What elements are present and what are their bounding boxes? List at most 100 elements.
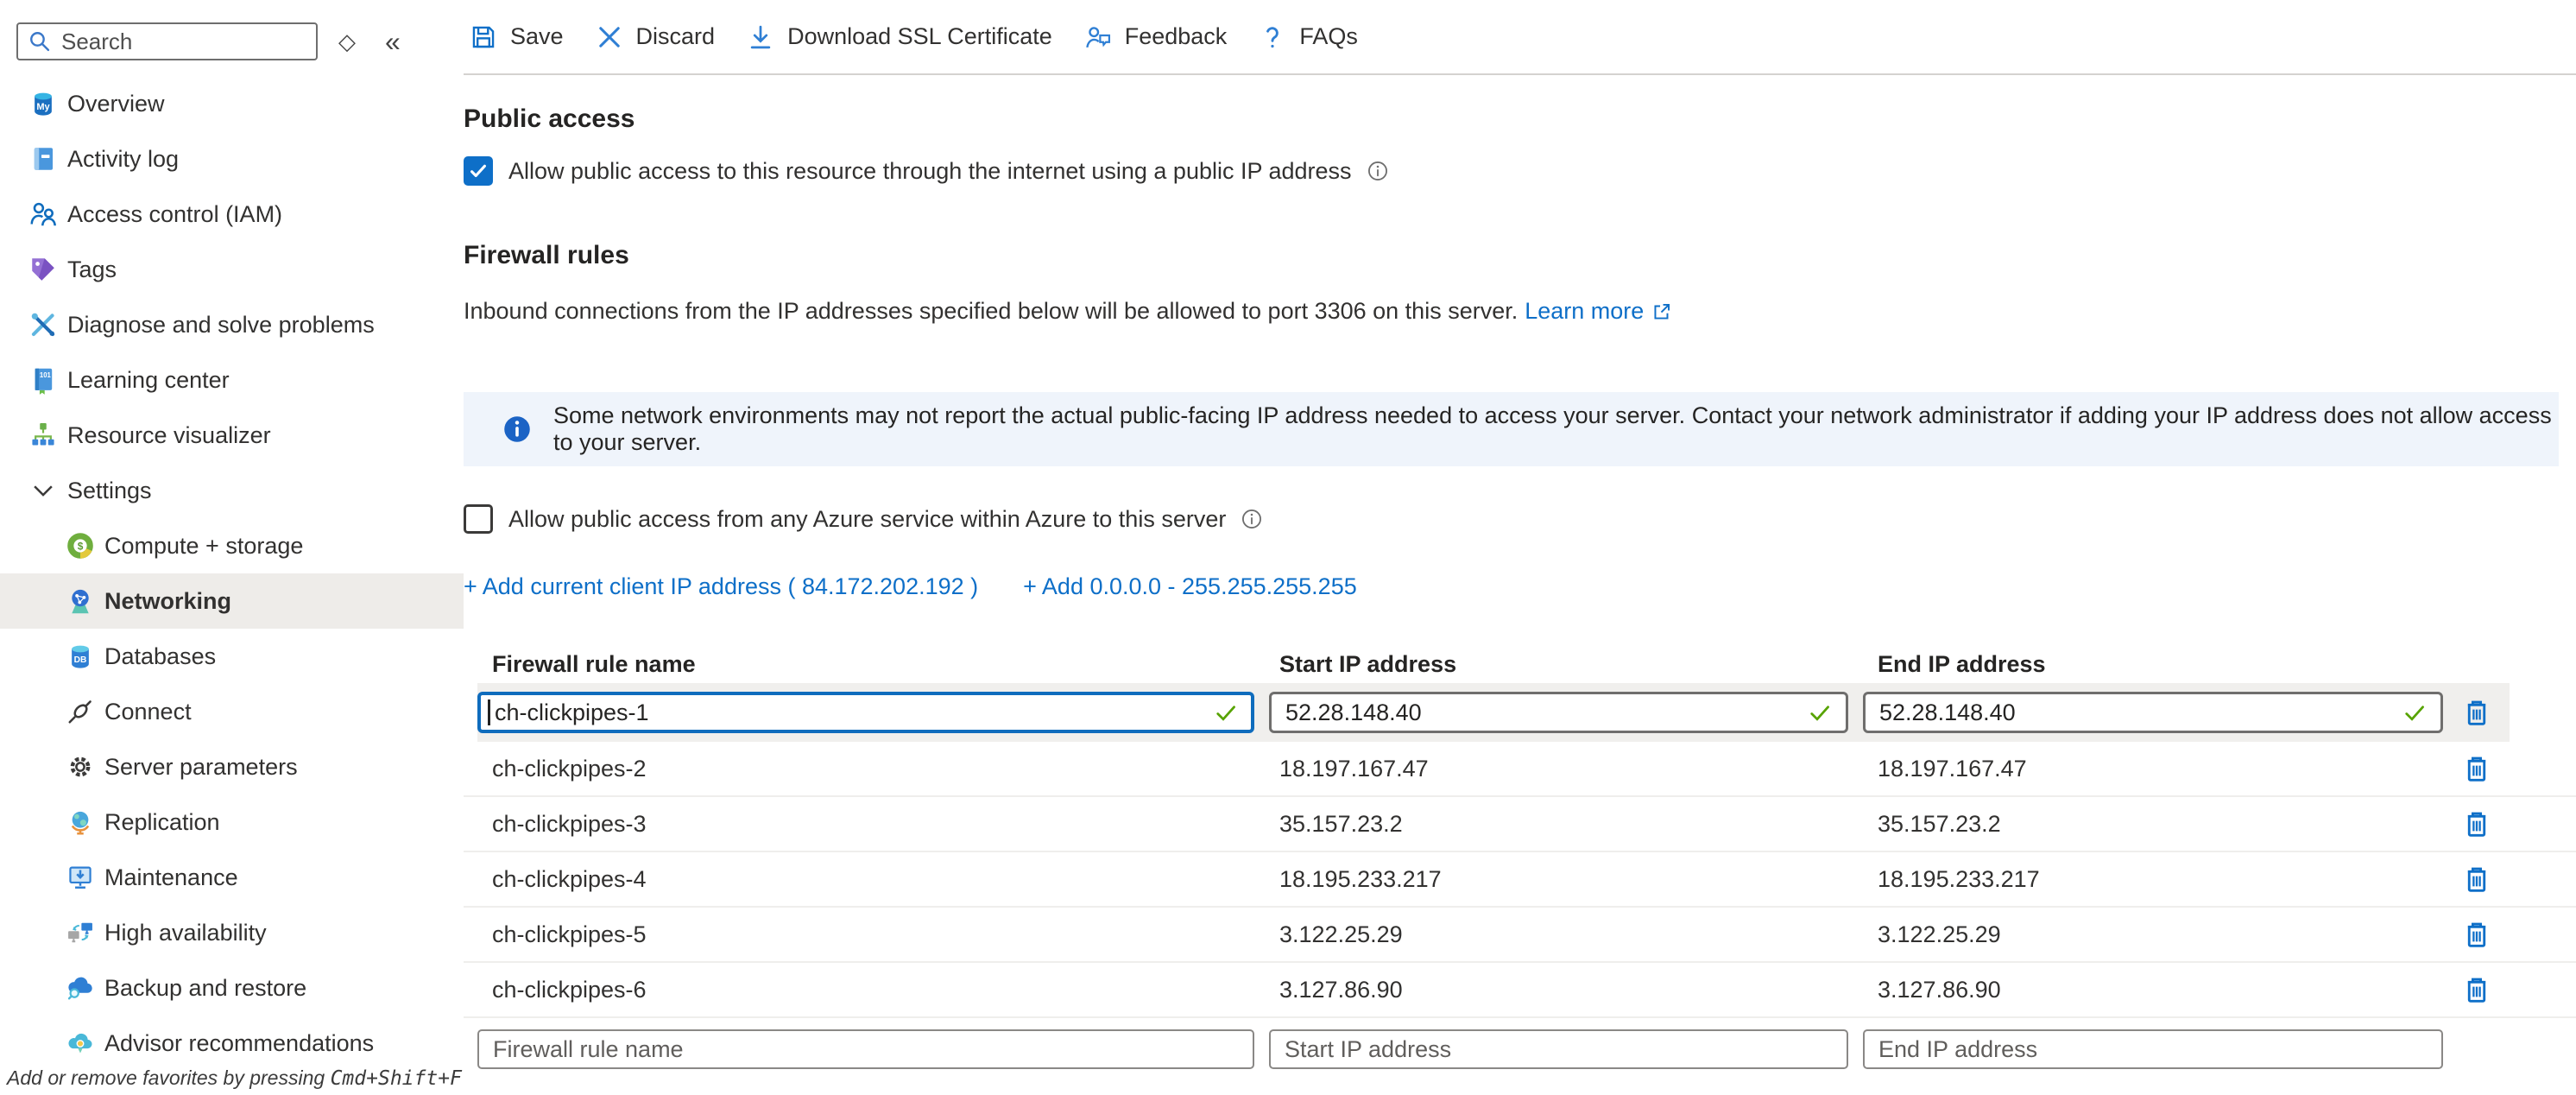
sidebar-item-high-availability[interactable]: High availability xyxy=(0,905,464,960)
column-header-end-ip: End IP address xyxy=(1863,651,2443,678)
high-availability-icon xyxy=(66,918,95,947)
search-input[interactable] xyxy=(60,28,316,56)
sidebar-item-advisor-recommendations[interactable]: Advisor recommendations xyxy=(0,1016,464,1071)
resource-visualizer-icon xyxy=(28,421,58,450)
start-ip-cell: 18.197.167.47 xyxy=(1269,756,1848,782)
azure-services-checkbox[interactable] xyxy=(464,504,493,534)
start-ip-cell: 35.157.23.2 xyxy=(1269,811,1848,838)
sidebar-item-activity-log[interactable]: Activity log xyxy=(0,131,464,187)
sidebar-item-label: Resource visualizer xyxy=(67,422,271,449)
new-rule-end-ip-input[interactable] xyxy=(1863,1029,2443,1069)
sidebar-item-replication[interactable]: Replication xyxy=(0,794,464,850)
toolbar-button-label: Download SSL Certificate xyxy=(787,23,1052,50)
sidebar-item-label: Maintenance xyxy=(104,864,238,891)
delete-rule-button[interactable] xyxy=(2458,915,2496,953)
rule-name-cell: ch-clickpipes-4 xyxy=(477,866,1254,893)
add-all-ips-link[interactable]: + Add 0.0.0.0 - 255.255.255.255 xyxy=(1023,573,1357,600)
sidebar-item-networking[interactable]: Networking xyxy=(0,573,464,629)
sidebar-item-diagnose-and-solve-problems[interactable]: Diagnose and solve problems xyxy=(0,297,464,352)
rule-name-cell: ch-clickpipes-2 xyxy=(477,756,1254,782)
sidebar-item-label: Access control (IAM) xyxy=(67,201,282,228)
save-button[interactable]: Save xyxy=(469,22,590,52)
sidebar-item-label: Learning center xyxy=(67,367,230,394)
external-link-icon xyxy=(1651,301,1673,323)
sidebar-item-learning-center[interactable]: 101Learning center xyxy=(0,352,464,408)
download-icon xyxy=(746,22,775,52)
discard-button[interactable]: Discard xyxy=(595,22,742,52)
sidebar-item-connect[interactable]: Connect xyxy=(0,684,464,739)
sidebar-item-label: Networking xyxy=(104,588,231,615)
sidebar-item-label: Replication xyxy=(104,809,220,836)
start-ip-input[interactable] xyxy=(1269,692,1848,733)
end-ip-cell: 35.157.23.2 xyxy=(1863,811,2443,838)
sidebar-item-overview[interactable]: MyOverview xyxy=(0,76,464,131)
delete-rule-button[interactable] xyxy=(2458,750,2496,788)
faqs-button[interactable]: FAQs xyxy=(1258,22,1384,52)
rule-name-cell: ch-clickpipes-6 xyxy=(477,977,1254,1003)
sidebar-item-settings[interactable]: Settings xyxy=(0,463,464,518)
firewall-rule-row: ch-clickpipes-2 18.197.167.47 18.197.167.4… xyxy=(464,742,2576,797)
tag-icon xyxy=(28,255,58,284)
column-header-start-ip: Start IP address xyxy=(1269,651,1848,678)
add-links-row: + Add current client IP address ( 84.172… xyxy=(464,573,2576,600)
sidebar-item-tags[interactable]: Tags xyxy=(0,242,464,297)
firewall-rule-row: ch-clickpipes-335.157.23.235.157.23.2 xyxy=(464,797,2576,852)
sidebar-item-label: Advisor recommendations xyxy=(104,1030,374,1057)
sidebar-item-label: Settings xyxy=(67,478,152,504)
mysql-icon: My xyxy=(28,89,58,118)
new-rule-name-input[interactable] xyxy=(477,1029,1254,1069)
toolbar-button-label: Save xyxy=(510,23,564,50)
sidebar-item-compute-storage[interactable]: $Compute + storage xyxy=(0,518,464,573)
faq-icon xyxy=(1258,22,1287,52)
save-icon xyxy=(469,22,498,52)
learn-more-link[interactable]: Learn more xyxy=(1525,298,1644,325)
sidebar-item-label: Tags xyxy=(67,256,117,283)
delete-rule-button[interactable] xyxy=(2458,860,2496,898)
info-icon[interactable] xyxy=(1366,159,1390,183)
sidebar-item-backup-and-restore[interactable]: Backup and restore xyxy=(0,960,464,1016)
rule-name-input-wrap xyxy=(477,692,1254,733)
diamond-icon[interactable]: ◇ xyxy=(338,30,356,53)
svg-text:$: $ xyxy=(78,540,84,552)
favorites-note: Add or remove favorites by pressing Cmd+… xyxy=(7,1067,462,1090)
feedback-button[interactable]: Feedback xyxy=(1083,22,1253,52)
sidebar-item-resource-visualizer[interactable]: Resource visualizer xyxy=(0,408,464,463)
new-rule-start-ip-input[interactable] xyxy=(1269,1029,1848,1069)
sidebar-item-label: Connect xyxy=(104,699,192,725)
sidebar-search-row: ◇ « xyxy=(16,22,464,60)
delete-rule-button[interactable] xyxy=(2458,693,2496,731)
toolbar-button-label: FAQs xyxy=(1299,23,1358,50)
end-ip-cell: 3.127.86.90 xyxy=(1863,977,2443,1003)
sidebar-item-label: Databases xyxy=(104,643,216,670)
delete-rule-button[interactable] xyxy=(2458,971,2496,1009)
download-ssl-certificate-button[interactable]: Download SSL Certificate xyxy=(746,22,1078,52)
rule-name-cell: ch-clickpipes-5 xyxy=(477,921,1254,948)
access-control-icon xyxy=(28,199,58,229)
search-box xyxy=(16,22,318,60)
azure-services-checkbox-label: Allow public access from any Azure servi… xyxy=(508,506,1226,533)
sidebar-item-server-parameters[interactable]: Server parameters xyxy=(0,739,464,794)
delete-rule-button[interactable] xyxy=(2458,805,2496,843)
rule-name-input[interactable] xyxy=(477,692,1254,733)
table-header-row: Firewall rule name Start IP address End … xyxy=(464,645,2576,683)
discard-icon xyxy=(595,22,624,52)
collapse-sidebar-icon[interactable]: « xyxy=(385,28,401,55)
backup-restore-icon xyxy=(66,973,95,1003)
sidebar-item-maintenance[interactable]: Maintenance xyxy=(0,850,464,905)
azure-services-row: Allow public access from any Azure servi… xyxy=(464,504,2576,534)
info-banner: Some network environments may not report… xyxy=(464,392,2559,466)
start-ip-cell: 3.122.25.29 xyxy=(1269,921,1848,948)
feedback-icon xyxy=(1083,22,1113,52)
sidebar-item-databases[interactable]: DBDatabases xyxy=(0,629,464,684)
end-ip-input[interactable] xyxy=(1863,692,2443,733)
add-client-ip-link[interactable]: + Add current client IP address ( 84.172… xyxy=(464,573,978,600)
server-parameters-icon xyxy=(66,752,95,782)
firewall-rule-edit-row xyxy=(477,683,2510,742)
svg-text:My: My xyxy=(36,102,50,112)
end-ip-cell: 18.197.167.47 xyxy=(1863,756,2443,782)
sidebar-item-access-control-iam[interactable]: Access control (IAM) xyxy=(0,187,464,242)
info-icon[interactable] xyxy=(1240,507,1264,531)
public-access-checkbox[interactable] xyxy=(464,156,493,186)
key-cmd: Cmd xyxy=(331,1067,367,1090)
valid-check-icon xyxy=(1213,699,1239,725)
